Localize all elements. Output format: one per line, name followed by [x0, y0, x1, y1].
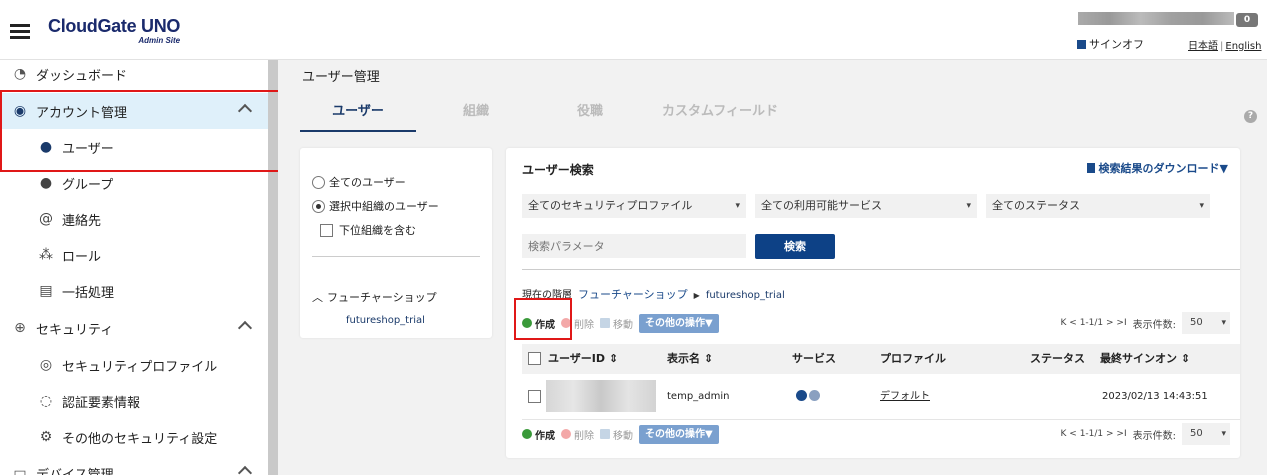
col-last-signon[interactable]: 最終サインオン ⇕	[1100, 344, 1190, 374]
download-results-link[interactable]: 検索結果のダウンロード▼	[1086, 160, 1228, 176]
security-profile-select[interactable]: 全てのセキュリティプロファイル	[522, 194, 746, 218]
pager-top: K < 1-1/1 > >I 表示件数: 50	[1061, 312, 1230, 334]
device-icon: ▭	[13, 465, 27, 475]
move-icon	[600, 318, 610, 328]
pager-controls[interactable]: K < 1-1/1 > >I	[1061, 429, 1127, 439]
logo-subtext: Admin Site	[138, 36, 181, 45]
hamburger-menu-icon[interactable]	[10, 24, 30, 40]
minus-circle-icon	[561, 429, 571, 439]
org-tree-root[interactable]: ︿ フューチャーショップ	[312, 289, 437, 305]
chevron-up-icon: ︿	[312, 291, 323, 304]
divider	[312, 256, 480, 257]
security-profile-icon: ◎	[39, 357, 53, 373]
other-security-icon: ⚙	[39, 429, 53, 445]
tab-positions[interactable]: 役職	[550, 98, 630, 132]
breadcrumb-root[interactable]: フューチャーショップ	[578, 288, 688, 301]
search-param-input[interactable]	[522, 234, 746, 258]
row-checkbox[interactable]	[528, 390, 541, 403]
lock-icon: ⊕	[14, 320, 26, 336]
org-filter-panel: 全てのユーザー 選択中組織のユーザー 下位組織を含む ︿ フューチャーショップ f…	[300, 148, 492, 338]
table-row[interactable]: temp_admin デフォルト 2023/02/13 14:43:51	[522, 374, 1240, 420]
app-header: CloudGate UNO Admin Site 0 サインオフ 日本語 | Eng…	[0, 0, 1267, 60]
service-select[interactable]: 全ての利用可能サービス	[755, 194, 977, 218]
batch-icon: ▤	[39, 283, 53, 299]
create-button[interactable]: 作成	[522, 427, 555, 442]
per-page-select[interactable]: 50	[1182, 312, 1230, 334]
select-all-checkbox[interactable]	[528, 352, 541, 365]
dashboard-icon: ◔	[13, 66, 27, 82]
document-icon	[1086, 163, 1095, 173]
radio-all-users[interactable]: 全てのユーザー	[312, 174, 406, 190]
delete-button[interactable]: 削除	[561, 427, 594, 442]
sidebar-item-security-profile[interactable]: ◎ セキュリティプロファイル	[0, 347, 268, 383]
tab-users[interactable]: ユーザー	[300, 98, 416, 132]
notification-badge[interactable]: 0	[1236, 13, 1258, 27]
breadcrumb-leaf: futureshop_trial	[705, 290, 785, 301]
lang-en-link[interactable]: English	[1225, 41, 1261, 52]
language-switch: 日本語 | English	[1188, 41, 1262, 52]
app-logo[interactable]: CloudGate UNO Admin Site	[48, 16, 181, 45]
cell-services	[796, 374, 822, 420]
plus-circle-icon	[522, 429, 532, 439]
lang-ja-link[interactable]: 日本語	[1188, 41, 1218, 52]
table-header: ユーザーID ⇕ 表示名 ⇕ サービス プロファイル ステータス 最終サインオン…	[522, 344, 1240, 374]
signoff-icon	[1077, 40, 1086, 49]
col-user-id[interactable]: ユーザーID ⇕	[548, 344, 618, 374]
other-operations-button[interactable]: その他の操作▼	[639, 313, 719, 333]
group-icon: ●	[39, 175, 53, 191]
divider	[522, 269, 1240, 270]
col-display-name[interactable]: 表示名 ⇕	[667, 344, 713, 374]
service-info-icon	[796, 390, 807, 401]
page-title: ユーザー管理	[302, 70, 380, 85]
profile-link[interactable]: デフォルト	[880, 391, 930, 402]
sidebar-item-auth-factors[interactable]: ◌ 認証要素情報	[0, 383, 268, 419]
sidebar-item-dashboard[interactable]: ◔ ダッシュボード	[0, 56, 268, 92]
move-button[interactable]: 移動	[600, 427, 633, 442]
user-search-panel: ユーザー検索 検索結果のダウンロード▼ 全てのセキュリティプロファイル 全ての利…	[506, 148, 1240, 458]
chevron-up-icon	[237, 465, 253, 475]
action-bar-bottom: 作成 削除 移動 その他の操作▼	[522, 424, 719, 444]
pager-controls[interactable]: K < 1-1/1 > >I	[1061, 318, 1127, 328]
user-id-blurred	[546, 380, 656, 412]
role-icon: ⁂	[39, 247, 53, 263]
sidebar-item-contacts[interactable]: @ 連絡先	[0, 201, 268, 237]
service-user-icon	[809, 390, 820, 401]
contact-icon: @	[39, 211, 53, 227]
user-name-blurred	[1078, 12, 1234, 25]
org-tree-child[interactable]: futureshop_trial	[346, 315, 425, 326]
sidebar-item-other-security[interactable]: ⚙ その他のセキュリティ設定	[0, 419, 268, 455]
sidebar-item-device-management[interactable]: ▭ デバイス管理	[0, 455, 268, 475]
sidebar-item-batch[interactable]: ▤ 一括処理	[0, 273, 268, 309]
cell-last-signon: 2023/02/13 14:43:51	[1102, 391, 1208, 402]
highlight-box-account-users	[0, 90, 288, 172]
highlight-box-create	[514, 298, 572, 340]
chevron-up-icon	[237, 320, 253, 336]
radio-selected-org-users[interactable]: 選択中組織のユーザー	[312, 198, 439, 214]
move-icon	[600, 429, 610, 439]
col-service: サービス	[792, 352, 836, 365]
sidebar-item-roles[interactable]: ⁂ ロール	[0, 237, 268, 273]
status-select[interactable]: 全てのステータス	[986, 194, 1210, 218]
pager-bottom: K < 1-1/1 > >I 表示件数: 50	[1061, 423, 1230, 445]
per-page-select[interactable]: 50	[1182, 423, 1230, 445]
search-title: ユーザー検索	[522, 163, 594, 177]
col-status: ステータス	[1030, 352, 1085, 365]
cell-display-name: temp_admin	[667, 391, 730, 402]
other-operations-button[interactable]: その他の操作▼	[639, 424, 719, 444]
sidebar-item-security[interactable]: ⊕ セキュリティ	[0, 310, 268, 346]
logo-text: CloudGate UNO	[48, 16, 181, 36]
move-button[interactable]: 移動	[600, 316, 633, 331]
include-sub-orgs-checkbox[interactable]: 下位組織を含む	[320, 222, 416, 238]
search-button[interactable]: 検索	[755, 234, 835, 259]
user-table: ユーザーID ⇕ 表示名 ⇕ サービス プロファイル ステータス 最終サインオン…	[522, 344, 1240, 420]
signoff-link[interactable]: サインオフ	[1077, 36, 1144, 52]
tab-custom-fields[interactable]: カスタムフィールド	[650, 98, 790, 132]
chevron-right-icon: ▶	[693, 291, 700, 300]
tab-organizations[interactable]: 組織	[436, 98, 516, 132]
fingerprint-icon: ◌	[39, 393, 53, 409]
col-profile: プロファイル	[880, 352, 946, 365]
main-content: ユーザー管理 ユーザー 組織 役職 カスタムフィールド ? 全てのユーザー 選択…	[278, 60, 1267, 475]
help-icon[interactable]: ?	[1244, 110, 1257, 123]
